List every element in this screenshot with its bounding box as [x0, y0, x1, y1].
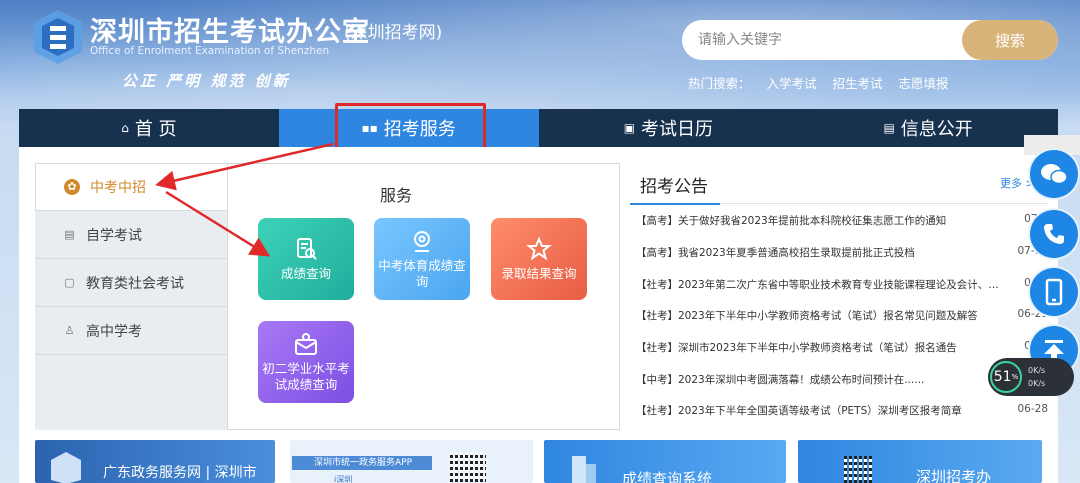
calendar-icon: ▣	[623, 121, 636, 135]
site-title: 深圳市招生考试办公室	[90, 17, 370, 48]
nav-info-label: 信息公开	[900, 119, 973, 140]
sidebar-item-label: 中考中招	[90, 180, 146, 196]
sidebar: ✿ 中考中招 ▤ 自学考试 ▢ 教育类社会考试 ♙ 高中学考	[35, 163, 227, 430]
tile-label: 初二学业水平考试成绩查询	[262, 361, 350, 392]
search-button[interactable]: 搜索	[962, 20, 1058, 60]
slogan: 公正 严明 规范 创新	[122, 72, 291, 90]
hot-link[interactable]: 志愿填报	[899, 76, 949, 91]
notice-text: 【社考】2023年第二次广东省中等职业技术教育专业技能课程理论及会计、美...	[636, 279, 1008, 291]
document-icon: ▤	[64, 228, 75, 241]
divider-accent	[630, 203, 720, 205]
notice-text: 【社考】深圳市2023年下半年中小学教师资格考试（笔试）报名通告	[636, 342, 957, 354]
wechat-icon[interactable]	[1030, 150, 1078, 198]
notice-item[interactable]: 【中考】2023年深圳中考圆满落幕！成绩公布时间预计在......	[636, 372, 1048, 387]
network-percent-unit: %	[1011, 373, 1019, 381]
notice-date: 06-28	[1017, 403, 1048, 415]
notice-item[interactable]: 【社考】2023年下半年中小学教师资格考试（笔试）报名常见问题及解答 06-29	[636, 308, 1048, 323]
banner-szzk-wechat[interactable]: 深圳招考办	[798, 440, 1042, 483]
nav-calendar[interactable]: ▣ 考试日历	[539, 109, 799, 147]
hot-search-label: 热门搜索：	[688, 76, 751, 91]
search-input[interactable]	[698, 20, 958, 60]
star-icon	[526, 236, 552, 261]
notice-text: 【社考】2023年下半年中小学教师资格考试（笔试）报名常见问题及解答	[636, 310, 978, 322]
notice-text: 【高考】关于做好我省2023年提前批本科院校征集志愿工作的通知	[636, 215, 947, 227]
main-nav: ⌂ 首 页 ▪▪ 招考服务 ▣ 考试日历 ▤ 信息公开	[19, 109, 1058, 147]
notice-item[interactable]: 【社考】深圳市2023年下半年中小学教师资格考试（笔试）报名通告06-2	[636, 340, 1048, 355]
sidebar-item-xuekao[interactable]: ♙ 高中学考	[35, 307, 227, 355]
notice-item[interactable]: 【高考】关于做好我省2023年提前批本科院校征集志愿工作的通知07-1	[636, 213, 1048, 228]
document-icon: ▤	[883, 121, 895, 135]
notice-title: 招考公告	[640, 177, 708, 197]
site-subtitle: (深圳招考网)	[344, 23, 443, 43]
home-icon: ⌂	[121, 121, 129, 135]
banner-app[interactable]: 深圳市统一政务服务APP i深圳	[290, 440, 533, 483]
location-search-icon	[414, 231, 430, 252]
mobile-icon[interactable]	[1030, 268, 1078, 316]
banner-text: 深圳市统一政务服务APP	[292, 456, 432, 470]
banner-sub: i深圳	[334, 475, 353, 483]
qr-code-icon	[450, 452, 486, 482]
logo-icon	[34, 10, 82, 64]
tile-grade8-query[interactable]: 初二学业水平考试成绩查询	[258, 321, 354, 403]
banner-text: 深圳招考办	[916, 468, 992, 483]
book-icon: ▢	[64, 276, 75, 289]
services-heading: 服务	[380, 186, 413, 205]
gov-logo-icon	[51, 452, 81, 483]
phone-icon[interactable]	[1030, 210, 1078, 258]
doc-search-icon	[297, 238, 317, 260]
mail-search-icon	[295, 333, 317, 355]
notice-text: 【社考】2023年下半年全国英语等级考试（PETS）深圳考区报考简章	[636, 405, 962, 417]
tile-label: 成绩查询	[280, 266, 331, 281]
banner-text: 广东政务服务网 | 深圳市	[103, 465, 257, 481]
search-bar: 搜索	[682, 20, 1058, 60]
hot-link[interactable]: 入学考试	[767, 76, 817, 91]
notice-item[interactable]: 【高考】我省2023年夏季普通高校招生录取提前批正式投档 07-12	[636, 245, 1048, 260]
hot-search: 热门搜索： 入学考试 招生考试 志愿填报	[688, 73, 961, 92]
tile-label: 录取结果查询	[501, 266, 577, 281]
nav-info[interactable]: ▤ 信息公开	[798, 109, 1058, 147]
sidebar-item-label: 高中学考	[86, 323, 142, 340]
nav-home[interactable]: ⌂ 首 页	[19, 109, 279, 147]
sidebar-item-zixue[interactable]: ▤ 自学考试	[35, 211, 227, 259]
gear-icon: ✿	[64, 179, 80, 195]
tile-label: 中考体育成绩查询	[378, 258, 466, 289]
qr-code-icon	[844, 456, 874, 483]
tile-pe-score-query[interactable]: 中考体育成绩查询	[374, 218, 470, 300]
nav-home-label: 首 页	[134, 119, 177, 140]
nav-calendar-label: 考试日历	[641, 119, 714, 140]
user-icon: ♙	[64, 324, 75, 337]
banner-score-system[interactable]: 成绩查询系统	[544, 440, 786, 483]
notice-text: 【高考】我省2023年夏季普通高校招生录取提前批正式投档	[636, 247, 915, 259]
banner-gdzwfw[interactable]: 广东政务服务网 | 深圳市	[35, 440, 275, 483]
tile-admission-query[interactable]: 录取结果查询	[491, 218, 587, 300]
network-speed-widget: 51% 0K/s 0K/s	[988, 358, 1074, 396]
notice-item[interactable]: 【社考】2023年第二次广东省中等职业技术教育专业技能课程理论及会计、美...0…	[636, 277, 1048, 292]
hot-link[interactable]: 招生考试	[833, 76, 883, 91]
sidebar-item-label: 教育类社会考试	[86, 275, 184, 292]
sidebar-item-label: 自学考试	[86, 227, 142, 244]
network-percent: 51%	[990, 361, 1022, 393]
download-speed: 0K/s	[1028, 379, 1046, 388]
network-percent-value: 51	[993, 369, 1012, 385]
sidebar-item-zhongkao[interactable]: ✿ 中考中招	[35, 163, 227, 211]
site-title-en: Office of Enrolment Examination of Shenz…	[90, 45, 330, 57]
tile-score-query[interactable]: 成绩查询	[258, 218, 354, 300]
upload-speed: 0K/s	[1028, 366, 1046, 375]
banner-text: 成绩查询系统	[622, 470, 713, 483]
notice-text: 【中考】2023年深圳中考圆满落幕！成绩公布时间预计在......	[636, 374, 925, 386]
building-icon	[572, 456, 596, 483]
notice-item[interactable]: 【社考】2023年下半年全国英语等级考试（PETS）深圳考区报考简章 06-28	[636, 403, 1048, 418]
sidebar-item-jiaoyu[interactable]: ▢ 教育类社会考试	[35, 259, 227, 307]
